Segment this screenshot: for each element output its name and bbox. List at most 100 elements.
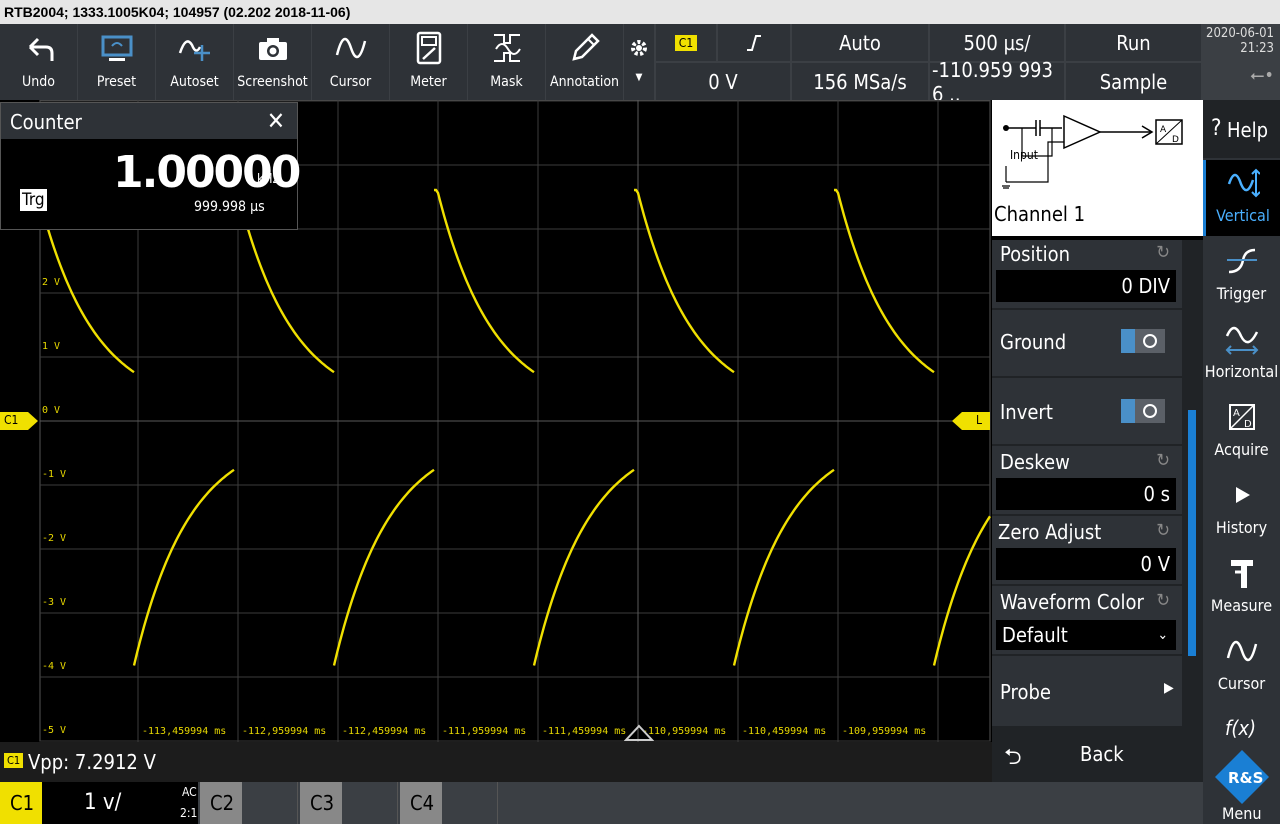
trigger-source[interactable]: C1 <box>656 24 716 61</box>
cursor-menu-button[interactable]: Cursor <box>1203 628 1280 704</box>
run-stop[interactable]: Run <box>1066 24 1201 61</box>
channel-3-scale[interactable] <box>342 782 398 824</box>
channel-3-button[interactable]: C3 <box>300 782 342 824</box>
reset-icon[interactable]: ↻ <box>1156 520 1170 541</box>
channel-1-scale-value: 1 v/ <box>84 790 122 815</box>
position-setting[interactable]: Position ↻ 0 DIV <box>992 240 1182 308</box>
y-axis-label: -5 V <box>42 725 67 736</box>
channel-1-scale[interactable]: 1 v/ AC 2:1 <box>42 782 198 824</box>
screenshot-button[interactable]: Screenshot <box>234 24 311 100</box>
x-axis-label: -109,959994 ms <box>842 726 927 737</box>
help-button[interactable]: ? Help <box>1203 100 1280 158</box>
vertical-menu-button[interactable]: Vertical <box>1203 160 1280 236</box>
svg-text:R&S: R&S <box>1228 769 1263 787</box>
undo-button[interactable]: Undo <box>0 24 77 100</box>
zero-adjust-setting[interactable]: Zero Adjust ↻ 0 V <box>992 516 1182 584</box>
probe-setting[interactable]: Probe ▶ <box>992 656 1182 726</box>
ground-toggle[interactable] <box>1121 329 1165 353</box>
trigger-badge: Trg <box>20 189 47 211</box>
invert-setting[interactable]: Invert <box>992 378 1182 444</box>
reset-icon[interactable]: ↻ <box>1156 450 1170 471</box>
meter-label: Meter <box>410 74 447 90</box>
zero-adjust-label: Zero Adjust <box>998 520 1102 544</box>
channel-name: Channel 1 <box>994 202 1086 226</box>
reset-icon[interactable]: ↻ <box>1156 590 1170 611</box>
measurement-bar: C1 Vpp: 7.2912 V <box>0 742 992 782</box>
cursor-icon <box>312 24 389 72</box>
menu-label: Menu <box>1222 804 1262 823</box>
trigger-position-marker[interactable] <box>623 724 655 742</box>
menu-button[interactable]: R&S Menu <box>1203 746 1280 824</box>
invert-toggle[interactable] <box>1121 399 1165 423</box>
channel-4-button[interactable]: C4 <box>400 782 442 824</box>
vertical-icon <box>1206 160 1280 206</box>
math-button[interactable]: f(x) <box>1203 706 1280 746</box>
ground-setting[interactable]: Ground <box>992 310 1182 376</box>
y-axis-label: 1 V <box>42 341 61 352</box>
back-button[interactable]: ⮌ Back <box>992 728 1203 782</box>
deskew-label: Deskew <box>1000 450 1070 474</box>
counter-panel: Counter ✕ 1.00000 kHz 999.998 µs Trg <box>0 102 301 230</box>
rohde-schwarz-logo-icon: R&S <box>1215 750 1269 804</box>
reset-icon[interactable]: ↻ <box>1156 242 1170 263</box>
annotation-button[interactable]: Annotation <box>546 24 623 100</box>
meter-button[interactable]: Meter <box>390 24 467 100</box>
mask-button[interactable]: Mask <box>468 24 545 100</box>
measure-label: Measure <box>1210 596 1273 615</box>
caliper-icon <box>1203 550 1280 596</box>
close-icon[interactable]: ✕ <box>267 107 285 135</box>
acquire-menu-button[interactable]: AD Acquire <box>1203 394 1280 470</box>
chevron-right-icon: ▶ <box>1164 680 1174 696</box>
preset-button[interactable]: Preset <box>78 24 155 100</box>
counter-period: 999.998 µs <box>194 199 265 215</box>
horizontal-menu-button[interactable]: Horizontal <box>1203 316 1280 392</box>
trigger-label: Trigger <box>1216 284 1267 303</box>
acquire-label: Acquire <box>1214 440 1269 459</box>
scrollbar[interactable] <box>1188 410 1196 656</box>
rising-edge-icon <box>747 34 761 51</box>
horizontal-label: Horizontal <box>1204 362 1279 381</box>
trigger-marker-label: L <box>976 413 983 427</box>
gear-icon <box>624 24 654 72</box>
time: 21:23 <box>1240 41 1274 56</box>
x-axis-label: -111,959994 ms <box>442 726 527 737</box>
counter-header: Counter ✕ <box>1 103 297 139</box>
channel-1-offset-marker[interactable]: C1 <box>0 412 38 430</box>
trigger-menu-button[interactable]: Trigger <box>1203 238 1280 314</box>
deskew-value[interactable]: 0 s <box>996 478 1176 510</box>
waveform-color-setting[interactable]: Waveform Color ↻ Default ⌄ <box>992 586 1182 654</box>
zero-adjust-value[interactable]: 0 V <box>996 548 1176 580</box>
channel-4-scale[interactable] <box>442 782 498 824</box>
measure-menu-button[interactable]: Measure <box>1203 550 1280 626</box>
trigger-level[interactable]: 0 V <box>656 63 790 100</box>
y-axis-label: -1 V <box>42 469 67 480</box>
cursor-tool-button[interactable]: Cursor <box>312 24 389 100</box>
channel-2-button[interactable]: C2 <box>200 782 242 824</box>
trigger-source-badge: C1 <box>674 34 698 51</box>
horizontal-position[interactable]: -110.959 993 6 .. <box>930 58 1064 106</box>
channel-1-button[interactable]: C1 <box>0 782 42 824</box>
position-value[interactable]: 0 DIV <box>996 270 1176 302</box>
trigger-slope[interactable] <box>718 24 790 61</box>
mask-label: Mask <box>490 74 523 90</box>
y-axis-label: 2 V <box>42 277 61 288</box>
cursor-icon <box>1203 628 1280 674</box>
cursor-label: Cursor <box>1217 674 1266 693</box>
waveform-color-select[interactable]: Default ⌄ <box>996 620 1176 650</box>
channel-2-scale[interactable] <box>242 782 298 824</box>
settings-button[interactable]: ▼ <box>624 24 654 100</box>
channel-1-probe-ratio: 2:1 <box>180 806 198 820</box>
acquisition-mode[interactable]: Sample <box>1066 63 1201 100</box>
autoset-icon <box>156 24 233 72</box>
trigger-mode[interactable]: Auto <box>792 24 928 61</box>
timebase[interactable]: 500 µs/ <box>930 24 1064 61</box>
vpp-measurement: Vpp: 7.2912 V <box>28 750 156 774</box>
autoset-button[interactable]: Autoset <box>156 24 233 100</box>
preset-icon <box>78 24 155 72</box>
horizontal-icon <box>1203 316 1280 362</box>
x-axis-label: -110,959994 ms <box>642 726 727 737</box>
history-menu-button[interactable]: History <box>1203 472 1280 548</box>
main-menu-sidebar: ? Help Vertical Trigger Horizontal AD Ac… <box>1203 100 1280 824</box>
trigger-level-marker[interactable]: L <box>952 412 990 430</box>
deskew-setting[interactable]: Deskew ↻ 0 s <box>992 446 1182 514</box>
